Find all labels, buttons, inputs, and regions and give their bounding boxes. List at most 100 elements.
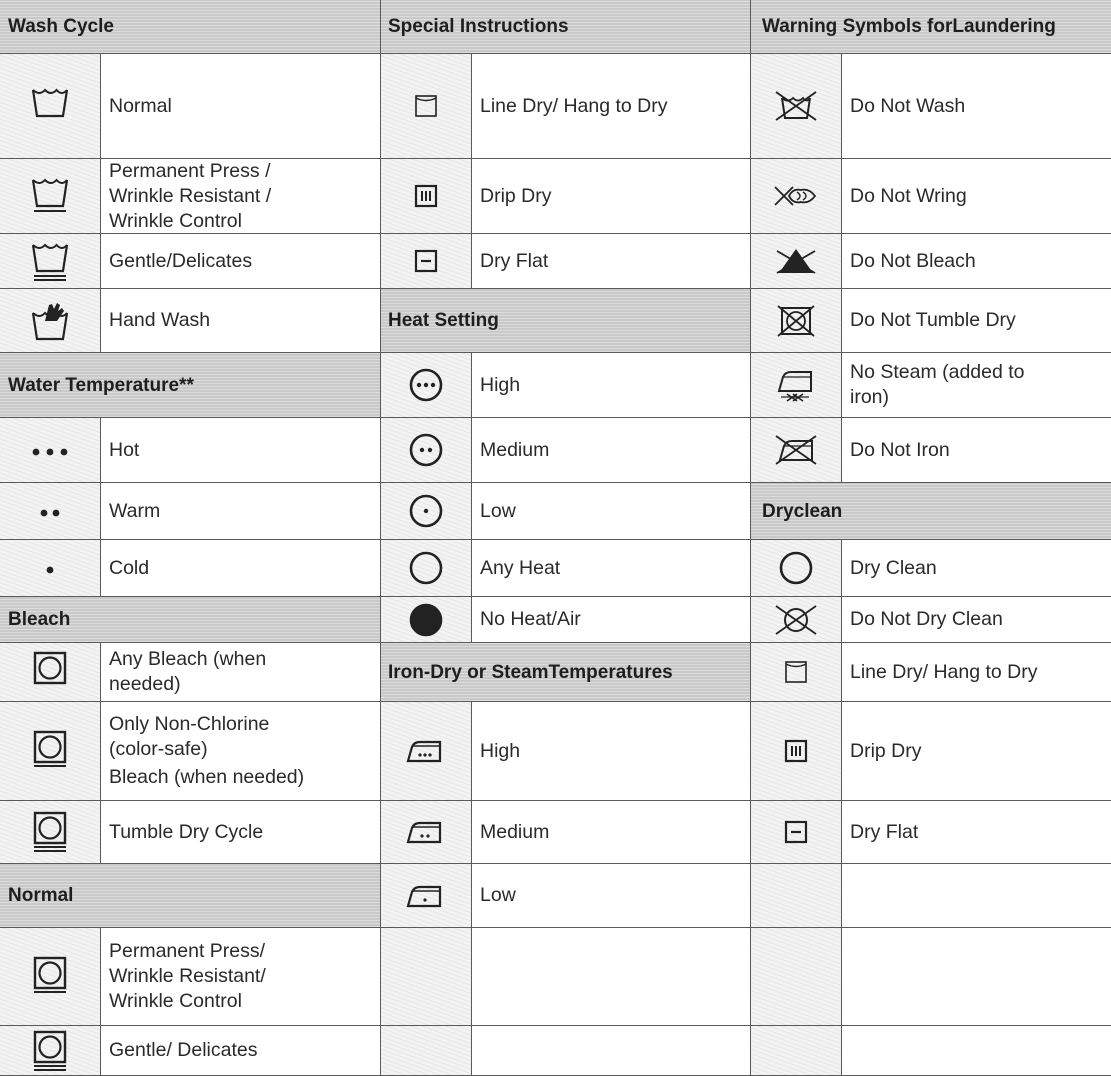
symbol-row: Dry Flat <box>750 801 1111 864</box>
one-dot-icon <box>0 540 101 596</box>
label-text: Drip Dry <box>850 739 922 762</box>
tumble-dry-two-bars-icon <box>0 801 101 863</box>
label-text: Heat Setting <box>388 310 499 331</box>
symbol-row: Drip Dry <box>750 702 1111 801</box>
label-line: Warning Symbols for <box>762 16 953 37</box>
label-line: Laundering <box>952 16 1056 37</box>
section-header-label: Heat Setting <box>388 310 499 331</box>
column-divider <box>380 0 381 1076</box>
label-line: No Steam (added to <box>850 361 1025 383</box>
section-header-label: Warning Symbols forLaundering <box>762 16 1056 37</box>
section-header: Special Instructions <box>380 0 750 54</box>
symbol-row: Permanent Press/Wrinkle Resistant/Wrinkl… <box>0 928 380 1026</box>
symbol-label: Line Dry/ Hang to Dry <box>472 54 750 158</box>
symbol-row: Do Not Tumble Dry <box>750 289 1111 353</box>
empty-symbol-cell <box>750 928 842 1025</box>
circle-one-dot-icon <box>380 483 472 539</box>
section-header: Water Temperature** <box>0 353 380 418</box>
section-header-label: Iron-Dry or SteamTemperatures <box>388 662 673 683</box>
label-text: Dryclean <box>762 500 843 522</box>
symbol-row: Normal <box>0 54 380 159</box>
symbol-label: Tumble Dry Cycle <box>101 801 380 863</box>
line-dry-icon <box>380 54 472 158</box>
wash-tub-two-bars-icon <box>0 234 101 288</box>
symbol-row: No Steam (added to iron) <box>750 353 1111 418</box>
label-text: No Heat/Air <box>480 608 581 630</box>
symbol-row: Tumble Dry Cycle <box>0 801 380 864</box>
symbol-row: Do Not Bleach <box>750 234 1111 289</box>
symbol-label: Drip Dry <box>472 159 750 233</box>
symbol-row: Medium <box>380 801 750 864</box>
symbol-label: Do Not Dry Clean <box>842 597 1111 642</box>
circle-three-dots-icon <box>380 353 472 417</box>
section-header: Dryclean <box>750 483 1111 540</box>
symbol-label <box>472 1026 750 1075</box>
symbol-label: Normal <box>101 54 380 158</box>
symbol-row: Cold <box>0 540 380 597</box>
symbol-row <box>750 864 1111 928</box>
dry-flat-icon <box>750 801 842 863</box>
label-text: Do Not Dry Clean <box>850 608 1003 630</box>
symbol-label: Low <box>472 864 750 927</box>
iron-one-dot-icon <box>380 864 472 927</box>
do-not-wash-icon <box>750 54 842 158</box>
column-instructions-heat: Special Instructions Line Dry/ Hang to Dr… <box>380 0 750 1076</box>
wash-tub-one-bar-icon <box>0 159 101 233</box>
label-text: Gentle/ Delicates <box>109 1039 258 1061</box>
symbol-row: High <box>380 702 750 801</box>
label-line: Temperatures <box>548 661 673 683</box>
circle-icon <box>750 540 842 596</box>
section-header: Normal <box>0 864 380 928</box>
label-line: Wrinkle Control <box>109 209 242 232</box>
tumble-dry-one-bar-icon <box>0 928 101 1025</box>
label-line: Bleach (when needed) <box>109 766 305 788</box>
section-header: Wash Cycle <box>0 0 380 54</box>
symbol-label: Hand Wash <box>101 289 380 352</box>
line-dry-icon <box>750 643 842 701</box>
do-not-wring-icon <box>750 159 842 233</box>
label-text: Dry Clean <box>850 556 937 579</box>
section-header-label: Normal <box>8 885 73 906</box>
section-header: Iron-Dry or SteamTemperatures <box>380 643 750 702</box>
symbol-label: Dry Clean <box>842 540 1111 596</box>
symbol-row <box>750 928 1111 1026</box>
symbol-row: Medium <box>380 418 750 483</box>
empty-symbol-cell <box>380 928 472 1025</box>
symbol-row: Gentle/Delicates <box>0 234 380 289</box>
label-text: Bleach <box>8 609 71 630</box>
column-divider <box>750 0 751 1076</box>
symbol-row: Low <box>380 483 750 540</box>
two-dots-icon <box>0 483 101 539</box>
column-wash-bleach: Wash Cycle Normal Permanent Press / Wrinkle… <box>0 0 380 1076</box>
label-text: Normal <box>109 94 172 117</box>
label-text: Do Not Wring <box>850 184 967 207</box>
symbol-row: Gentle/ Delicates <box>0 1026 380 1076</box>
symbol-label: No Heat/Air <box>472 597 750 642</box>
symbol-label: Do Not Wash <box>842 54 1111 158</box>
column-warning-dryclean: Warning Symbols forLaundering Do Not Wash… <box>750 0 1111 1076</box>
section-header: Warning Symbols forLaundering <box>750 0 1111 54</box>
label-text: Low <box>480 884 516 906</box>
section-header: Heat Setting <box>380 289 750 353</box>
label-text: Cold <box>109 556 150 579</box>
label-text: High <box>480 739 521 762</box>
label-text: Line Dry/ Hang to Dry <box>850 660 1038 683</box>
section-header-label: Water Temperature** <box>8 375 194 396</box>
label-text: Dry Flat <box>850 820 919 843</box>
symbol-label: Gentle/Delicates <box>101 234 380 288</box>
wash-tub-icon <box>0 54 101 158</box>
symbol-label: Do Not Tumble Dry <box>842 289 1111 352</box>
symbol-row: Hot <box>0 418 380 483</box>
drip-dry-icon <box>380 159 472 233</box>
symbol-row: Do Not Wash <box>750 54 1111 159</box>
label-line: Wrinkle Control <box>109 990 242 1012</box>
label-text: Any Heat <box>480 556 561 579</box>
symbol-row: Permanent Press / Wrinkle Resistant / Wrin… <box>0 159 380 234</box>
symbol-label: Gentle/ Delicates <box>101 1026 380 1075</box>
label-text: Do Not Bleach <box>850 249 976 272</box>
iron-three-dots-icon <box>380 702 472 800</box>
tumble-dry-icon <box>0 643 101 701</box>
symbol-row: No Heat/Air <box>380 597 750 643</box>
label-text: Dry Flat <box>480 249 549 272</box>
symbol-label: Do Not Bleach <box>842 234 1111 288</box>
